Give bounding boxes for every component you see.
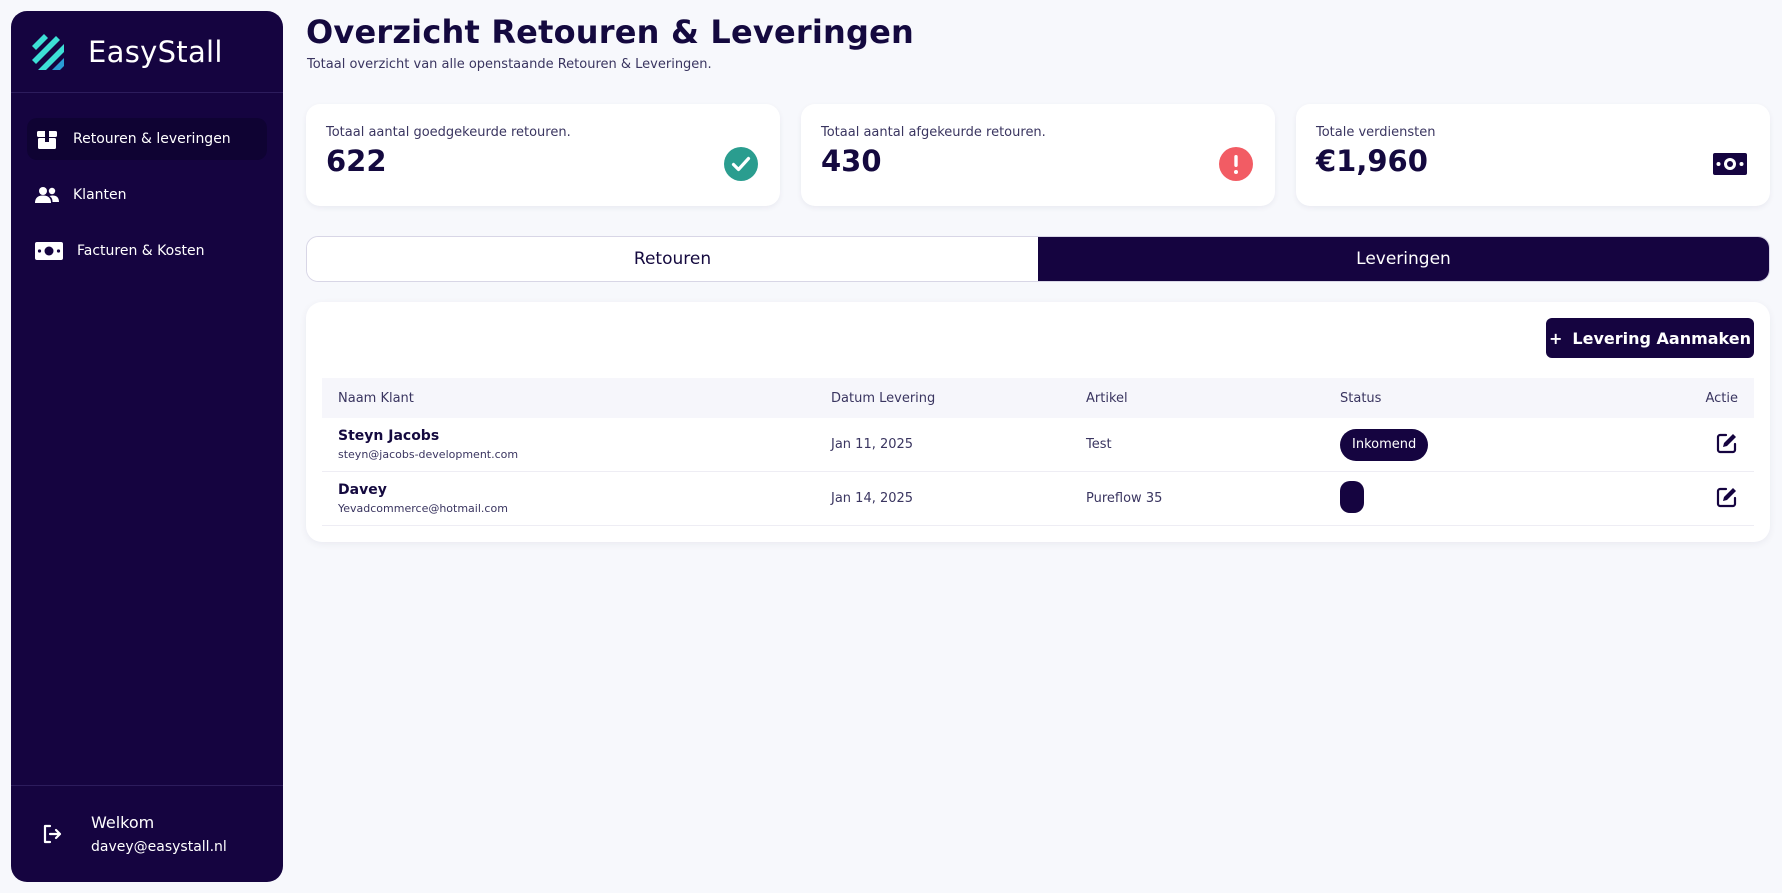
deliveries-panel: + Levering Aanmaken Naam Klant Datum Lev… xyxy=(306,302,1770,542)
stat-card-earnings: Totale verdiensten €1,960 xyxy=(1296,104,1770,206)
brand-name: EasyStall xyxy=(88,34,223,69)
status-badge xyxy=(1340,480,1364,513)
stat-label: Totale verdiensten xyxy=(1316,125,1436,140)
stat-card-rejected: Totaal aantal afgekeurde retouren. 430 xyxy=(801,104,1275,206)
table-header: Naam Klant Datum Levering Artikel Status… xyxy=(322,378,1754,418)
customer-cell: Davey Yevadcommerce@hotmail.com xyxy=(322,482,831,515)
column-header-name[interactable]: Naam Klant xyxy=(322,391,831,406)
column-header-actie: Actie xyxy=(1705,390,1738,406)
delivery-date: Jan 11, 2025 xyxy=(831,437,914,452)
money-icon xyxy=(1713,153,1747,175)
sidebar-footer: Welkom davey@easystall.nl xyxy=(11,785,283,882)
customer-email: steyn@jacobs-development.com xyxy=(338,448,519,461)
alert-circle-icon xyxy=(1219,147,1253,181)
sidebar-item-retouren-leveringen[interactable]: Retouren & leveringen xyxy=(27,118,267,160)
customer-name: Davey xyxy=(338,482,387,498)
sidebar-nav: Retouren & leveringen Klanten Facturen &… xyxy=(11,93,283,272)
stat-label: Totaal aantal afgekeurde retouren. xyxy=(821,125,1046,140)
edit-icon[interactable] xyxy=(1716,432,1738,454)
delivery-date: Jan 14, 2025 xyxy=(831,491,914,506)
stat-value: 622 xyxy=(326,144,387,178)
tab-bar: Retouren Leveringen xyxy=(306,236,1770,282)
column-header-status[interactable]: Status xyxy=(1340,391,1674,406)
deliveries-table: Naam Klant Datum Levering Artikel Status… xyxy=(322,378,1754,526)
plus-icon: + xyxy=(1548,328,1563,348)
edit-icon[interactable] xyxy=(1716,486,1738,508)
status-cell xyxy=(1340,480,1674,517)
brand[interactable]: EasyStall xyxy=(11,11,283,93)
package-icon xyxy=(35,128,59,150)
sidebar-item-label: Klanten xyxy=(73,187,127,203)
stat-label: Totaal aantal goedgekeurde retouren. xyxy=(326,125,571,140)
article: Test xyxy=(1086,437,1112,452)
column-header-article[interactable]: Artikel xyxy=(1086,391,1340,406)
table-row[interactable]: Steyn Jacobs steyn@jacobs-development.co… xyxy=(322,418,1754,472)
sidebar-item-klanten[interactable]: Klanten xyxy=(27,174,267,216)
check-circle-icon xyxy=(724,147,758,181)
stat-card-approved: Totaal aantal goedgekeurde retouren. 622 xyxy=(306,104,780,206)
customer-email: Yevadcommerce@hotmail.com xyxy=(338,502,508,515)
create-delivery-button[interactable]: + Levering Aanmaken xyxy=(1546,318,1754,358)
sidebar-item-facturen-kosten[interactable]: Facturen & Kosten xyxy=(27,230,267,272)
sidebar-item-label: Facturen & Kosten xyxy=(77,243,205,259)
action-cell xyxy=(1674,486,1754,512)
page-subtitle: Totaal overzicht van alle openstaande Re… xyxy=(307,57,712,72)
customer-name: Steyn Jacobs xyxy=(338,428,440,444)
customer-cell: Steyn Jacobs steyn@jacobs-development.co… xyxy=(322,428,831,461)
stat-value: €1,960 xyxy=(1316,144,1428,178)
article: Pureflow 35 xyxy=(1086,491,1163,506)
user-info: Welkom davey@easystall.nl xyxy=(91,813,227,855)
tab-retouren[interactable]: Retouren xyxy=(307,237,1038,281)
status-badge: Inkomend xyxy=(1340,428,1429,461)
stat-value: 430 xyxy=(821,144,882,178)
column-header-date[interactable]: Datum Levering xyxy=(831,391,1086,406)
status-cell: Inkomend xyxy=(1340,428,1674,461)
sidebar: EasyStall Retouren & leveringen Klanten … xyxy=(11,11,283,882)
create-delivery-label: Levering Aanmaken xyxy=(1572,328,1751,348)
logout-icon[interactable] xyxy=(41,823,63,845)
money-icon xyxy=(35,240,63,262)
tab-leveringen[interactable]: Leveringen xyxy=(1038,237,1769,281)
welcome-text: Welkom xyxy=(91,813,155,832)
sidebar-item-label: Retouren & leveringen xyxy=(73,131,231,147)
table-row[interactable]: Davey Yevadcommerce@hotmail.com Jan 14, … xyxy=(322,472,1754,526)
easystall-logo-icon xyxy=(32,33,64,70)
user-email: davey@easystall.nl xyxy=(91,839,227,855)
page-title: Overzicht Retouren & Leveringen xyxy=(306,13,914,51)
action-cell xyxy=(1674,432,1754,458)
users-icon xyxy=(35,184,59,206)
